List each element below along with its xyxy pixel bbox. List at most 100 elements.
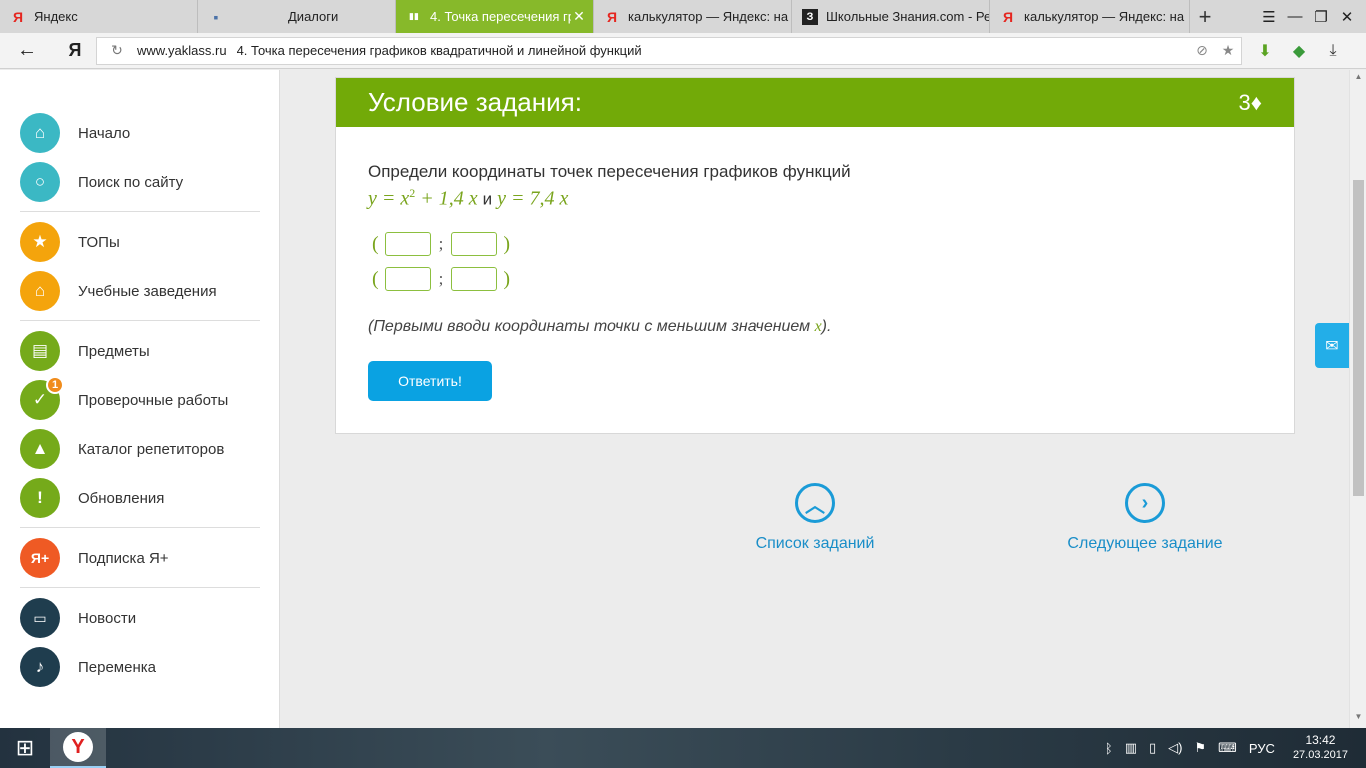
star-icon: ★ (20, 222, 60, 262)
toolbar-extensions: ⬇ ◆ ⤓ (1248, 41, 1350, 61)
sidebar-item-updates[interactable]: ! Обновления (20, 478, 164, 518)
sidebar-item-label: Обновления (78, 489, 165, 507)
window-controls: ☰ — ❐ ✕ (1256, 0, 1366, 33)
sidebar-item-tutors[interactable]: ▲ Каталог репетиторов (20, 429, 224, 469)
scroll-up-icon[interactable]: ▲ (1350, 72, 1366, 86)
yandex-logo[interactable]: Я (54, 40, 96, 61)
tab-title: 4. Точка пересечения гр (430, 9, 571, 24)
minimize-icon[interactable]: — (1282, 8, 1308, 25)
task-points: 3♦ (1238, 89, 1262, 115)
next-task-label: Следующее задание (1067, 535, 1223, 552)
shield-extension-icon[interactable]: ◆ (1282, 41, 1316, 61)
sidebar-item-label: Поиск по сайту (78, 173, 184, 191)
download-green-icon[interactable]: ⬇ (1248, 41, 1282, 61)
tab-title: Диалоги (288, 9, 339, 24)
answer-point-1: ( ; ) (372, 232, 510, 256)
point1-x-input[interactable] (384, 232, 431, 256)
bookmark-star-icon[interactable]: ★ (1215, 42, 1241, 59)
sidebar-item-institutions[interactable]: ⌂ Учебные заведения (20, 271, 217, 311)
url-field[interactable]: ↻ www.yaklass.ru 4. Точка пересечения гр… (96, 36, 1242, 65)
task-question: Определи координаты точек пересечения гр… (368, 162, 851, 181)
sidebar-item-label: Переменка (78, 658, 156, 676)
formula-conjunction: и (482, 189, 493, 209)
check-icon: ✓ 1 (20, 376, 64, 420)
formula-exponent: 2 (409, 186, 416, 200)
tab-znania[interactable]: З Школьные Знания.com - Ре (792, 0, 990, 33)
sidebar-item-label: Новости (78, 609, 137, 627)
windows-start-icon[interactable]: ⊞ (0, 728, 50, 768)
language-indicator[interactable]: РУС (1249, 741, 1275, 756)
tab-calculator-2[interactable]: Я калькулятор — Яндекс: на (990, 0, 1190, 33)
new-tab-button[interactable]: + (1190, 0, 1220, 33)
url-page-title: 4. Точка пересечения графиков квадратичн… (236, 43, 642, 58)
yandex-browser-icon: Y (63, 732, 93, 762)
submit-answer-button[interactable]: Ответить! (368, 361, 492, 401)
sidebar-item-home[interactable]: ⌂ Начало (20, 113, 130, 153)
notification-badge: 1 (46, 376, 64, 394)
sidebar-item-search[interactable]: ○ Поиск по сайту (20, 162, 183, 202)
bluetooth-icon[interactable]: ᛒ (1105, 741, 1113, 756)
next-task-link[interactable]: › Следующее задание (1060, 483, 1230, 553)
task-list-link[interactable]: ︿ Список заданий (745, 483, 885, 553)
tab-yaklass-active[interactable]: ▮▮ 4. Точка пересечения гр ✕ (396, 0, 594, 33)
sidebar-item-label: Предметы (78, 342, 150, 360)
reload-icon[interactable]: ↻ (97, 42, 137, 59)
ya-plus-icon: Я+ (20, 538, 60, 578)
tab-yandex[interactable]: Я Яндекс (0, 0, 198, 33)
keyboard-icon[interactable]: ⌨ (1218, 740, 1237, 756)
znania-icon: З (802, 8, 818, 25)
restore-icon[interactable]: ❐ (1308, 8, 1334, 26)
protect-icon[interactable]: ⊘ (1189, 42, 1215, 59)
clock-date: 27.03.2017 (1292, 749, 1348, 761)
windows-taskbar: ⊞ Y ᛒ ▥ ▯ ◁) ⚑ ⌨ РУС 13:42 27.03.2017 (0, 728, 1366, 768)
sidebar-item-label: ТОПы (78, 233, 120, 251)
close-window-icon[interactable]: ✕ (1334, 8, 1360, 26)
book-icon: ▤ (20, 331, 60, 371)
page-scrollbar[interactable]: ▲ ▼ (1349, 70, 1366, 728)
answer-point-2: ( ; ) (372, 267, 510, 291)
flag-icon[interactable]: ⚑ (1194, 740, 1206, 756)
sidebar-item-subscription[interactable]: Я+ Подписка Я+ (20, 538, 169, 578)
search-icon: ○ (20, 162, 60, 202)
open-paren: ( (372, 232, 379, 255)
back-arrow-icon[interactable]: ← (0, 39, 54, 62)
close-paren: ) (503, 267, 511, 290)
bell-icon: ♪ (20, 647, 60, 687)
task-formula: y = x2 + 1,4 x и y = 7,4 x (368, 186, 568, 211)
divider (20, 527, 260, 528)
hint-text: (Первыми вводи координаты точки с меньши… (368, 318, 815, 335)
menu-icon[interactable]: ☰ (1256, 8, 1282, 26)
sidebar-item-tests[interactable]: ✓ 1 Проверочные работы (20, 376, 228, 420)
semicolon: ; (438, 269, 444, 288)
close-icon[interactable]: ✕ (571, 8, 587, 25)
sidebar-item-news[interactable]: ▭ Новости (20, 598, 136, 638)
tab-calculator-1[interactable]: Я калькулятор — Яндекс: на (594, 0, 792, 33)
sidebar-item-break[interactable]: ♪ Переменка (20, 647, 156, 687)
point1-y-input[interactable] (451, 232, 498, 256)
divider (20, 320, 260, 321)
formula-part: + 1,4 x (420, 187, 478, 210)
battery-icon[interactable]: ▯ (1149, 740, 1156, 756)
point2-y-input[interactable] (451, 267, 498, 291)
downloads-icon[interactable]: ⤓ (1316, 42, 1350, 60)
sidebar-item-subjects[interactable]: ▤ Предметы (20, 331, 150, 371)
yandex-icon: Я (12, 8, 24, 25)
yandex-browser-taskbar-button[interactable]: Y (50, 728, 106, 768)
volume-icon[interactable]: ◁) (1168, 740, 1182, 756)
point2-x-input[interactable] (384, 267, 431, 291)
clock[interactable]: 13:42 27.03.2017 (1293, 733, 1348, 763)
scroll-down-icon[interactable]: ▼ (1350, 712, 1366, 726)
network-icon[interactable]: ▥ (1125, 740, 1137, 756)
feedback-button[interactable]: ✉ (1315, 323, 1349, 368)
task-header: Условие задания: 3♦ (336, 78, 1294, 127)
scroll-thumb[interactable] (1353, 180, 1364, 496)
sidebar-item-label: Начало (78, 124, 131, 142)
tab-dialogs[interactable]: ▪ Диалоги (198, 0, 396, 33)
system-tray: ᛒ ▥ ▯ ◁) ⚑ ⌨ РУС 13:42 27.03.2017 (1099, 733, 1366, 763)
sidebar-item-label: Учебные заведения (78, 282, 217, 300)
tab-title: Школьные Знания.com - Ре (826, 9, 989, 24)
chevron-right-icon: › (1125, 483, 1165, 523)
task-card: Условие задания: 3♦ Определи координаты … (335, 77, 1295, 434)
divider (20, 211, 260, 212)
sidebar-item-tops[interactable]: ★ ТОПы (20, 222, 120, 262)
